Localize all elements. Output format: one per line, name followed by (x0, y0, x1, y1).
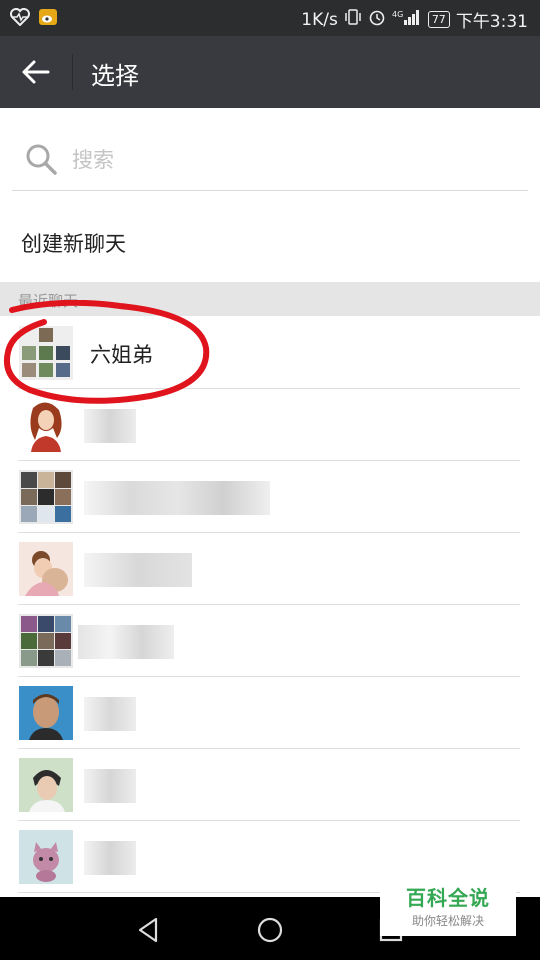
search-input[interactable] (70, 142, 514, 178)
network-speed: 1K/s (301, 9, 338, 30)
watermark-logo: 百科全说 助你轻松解决 (380, 878, 516, 936)
app-bar: 选择 (0, 36, 540, 108)
create-new-chat[interactable]: 创建新聊天 (0, 205, 540, 281)
title-divider (72, 54, 73, 90)
list-item[interactable] (0, 677, 540, 749)
watermark-subtitle: 助你轻松解决 (411, 914, 484, 928)
svg-text:4G: 4G (392, 10, 403, 19)
nav-home-icon[interactable] (253, 913, 287, 947)
list-item[interactable] (0, 749, 540, 821)
avatar (19, 686, 73, 740)
status-bar: 1K/s 4G 77 下午3:31 (0, 0, 540, 36)
obscured-name (78, 625, 174, 659)
avatar (19, 470, 73, 524)
list-item[interactable] (0, 461, 540, 533)
obscured-name (84, 409, 136, 443)
search-bar[interactable] (12, 130, 528, 191)
watermark-title: 百科全说 (406, 886, 490, 910)
clock: 下午3:31 (455, 12, 528, 32)
list-item[interactable] (0, 605, 540, 677)
search-icon (26, 144, 57, 175)
obscured-name (84, 841, 136, 875)
avatar (19, 830, 73, 884)
avatar (19, 614, 73, 668)
avatar (19, 542, 73, 596)
highlight-circle-annotation (4, 300, 210, 404)
weibo-icon (38, 8, 58, 31)
health-icon (10, 8, 30, 31)
create-new-chat-label: 创建新聊天 (21, 232, 126, 256)
obscured-name (84, 553, 192, 587)
battery-level: 77 (427, 11, 450, 28)
vibrate-icon (344, 8, 362, 31)
nav-back-icon[interactable] (132, 913, 166, 947)
obscured-name (84, 769, 136, 803)
obscured-name (84, 697, 136, 731)
avatar (19, 758, 73, 812)
back-button[interactable] (14, 50, 58, 94)
page-title: 选择 (91, 62, 139, 90)
alarm-icon (368, 8, 386, 31)
arrow-left-icon (22, 60, 50, 84)
list-item[interactable] (0, 533, 540, 605)
signal-icon: 4G (392, 8, 422, 31)
obscured-name (84, 481, 270, 515)
